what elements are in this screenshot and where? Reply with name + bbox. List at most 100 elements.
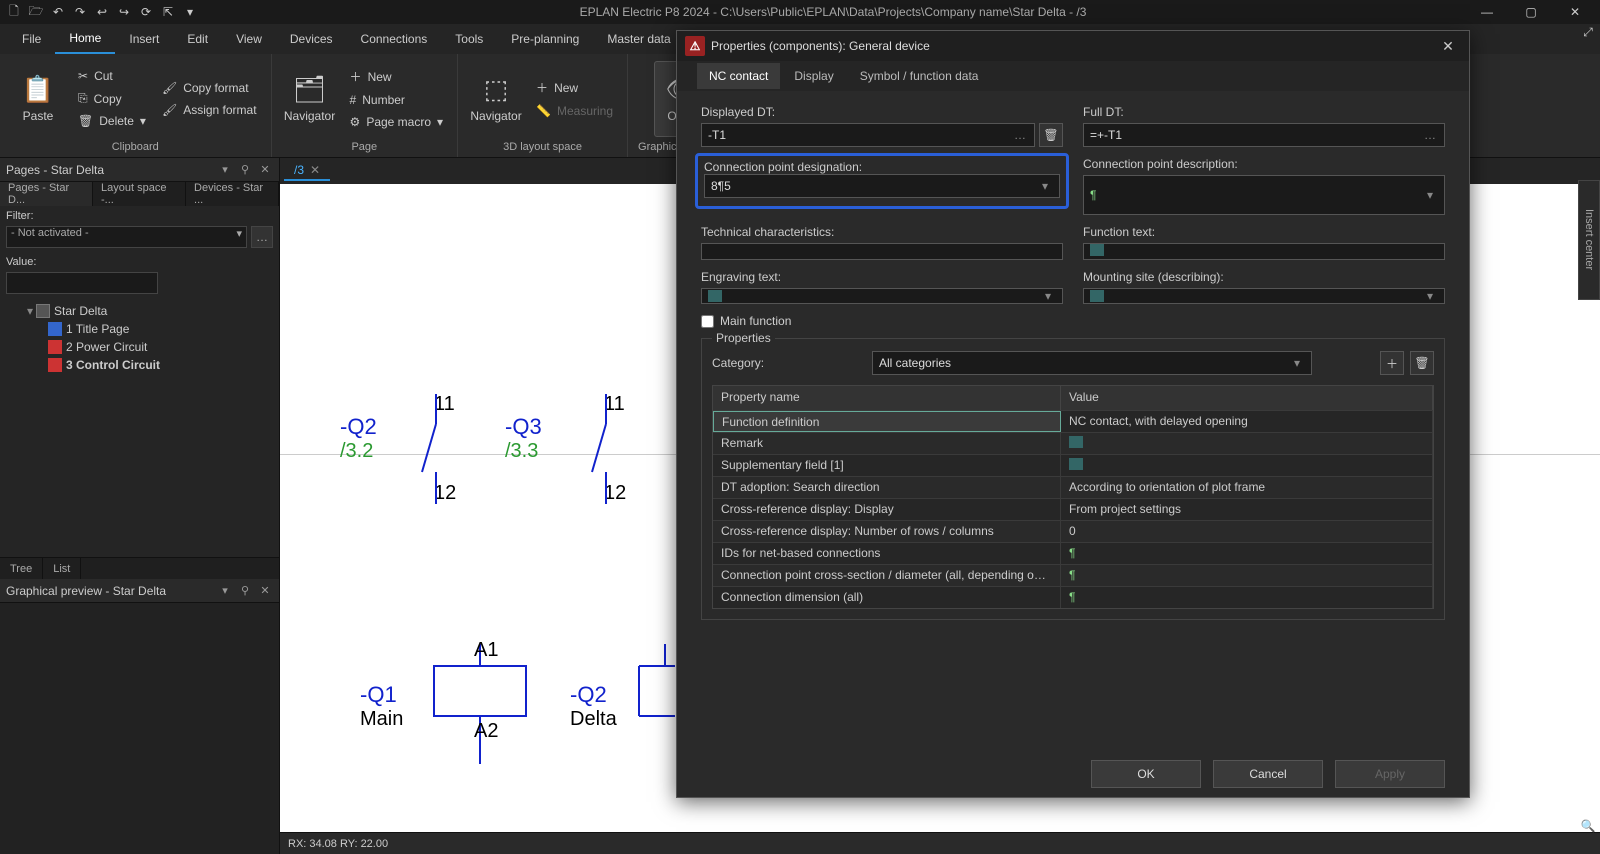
- coil-q2[interactable]: -Q2 Delta: [570, 682, 617, 731]
- contact-q2[interactable]: -Q2 /3.2: [340, 414, 377, 463]
- main-function-checkbox[interactable]: [701, 315, 714, 328]
- property-value-cell[interactable]: [1061, 433, 1433, 454]
- mounting-input[interactable]: ▾: [1083, 288, 1445, 304]
- page-navigator-button[interactable]: 🗂 Navigator: [282, 61, 338, 137]
- ellipsis-icon[interactable]: …: [1422, 128, 1438, 142]
- table-row[interactable]: Connection point cross-section / diamete…: [713, 564, 1433, 586]
- tree-page-2[interactable]: 2 Power Circuit: [0, 338, 279, 356]
- property-value-cell[interactable]: According to orientation of plot frame: [1061, 477, 1433, 498]
- filter-more-button[interactable]: …: [251, 226, 273, 248]
- value-input[interactable]: [6, 272, 158, 294]
- menu-edit[interactable]: Edit: [173, 24, 222, 54]
- redo-icon[interactable]: ↷: [70, 2, 90, 22]
- close-panel-icon[interactable]: ✕: [257, 583, 273, 599]
- table-row[interactable]: Remark: [713, 432, 1433, 454]
- assign-format-button[interactable]: 🖌Assign format: [158, 101, 261, 119]
- full-dt-input[interactable]: =+-T1…: [1083, 123, 1445, 147]
- chevron-down-icon[interactable]: ▾: [1040, 289, 1056, 303]
- table-row[interactable]: Function definitionNC contact, with dela…: [713, 410, 1433, 432]
- tab-layout[interactable]: Layout space -...: [93, 182, 186, 206]
- qat-dropdown-icon[interactable]: ▾: [180, 2, 200, 22]
- number-button[interactable]: #Number: [346, 91, 448, 109]
- chevron-down-icon[interactable]: ▾: [1037, 179, 1053, 193]
- conn-description-input[interactable]: ¶▾: [1083, 175, 1445, 215]
- tab-nc-contact[interactable]: NC contact: [697, 63, 780, 89]
- contact-q3[interactable]: -Q3 /3.3: [505, 414, 542, 463]
- engraving-input[interactable]: ▾: [701, 288, 1063, 304]
- refresh-icon[interactable]: ⟳: [136, 2, 156, 22]
- property-value-cell[interactable]: [1061, 455, 1433, 476]
- property-value-cell[interactable]: From project settings: [1061, 499, 1433, 520]
- copy-button[interactable]: ⎘Copy: [74, 89, 150, 108]
- col-value[interactable]: Value: [1061, 386, 1433, 410]
- tree-page-1[interactable]: 1 Title Page: [0, 320, 279, 338]
- export-icon[interactable]: ⇱: [158, 2, 178, 22]
- menu-insert[interactable]: Insert: [115, 24, 173, 54]
- menu-connections[interactable]: Connections: [347, 24, 442, 54]
- chevron-down-icon[interactable]: ▾: [1422, 289, 1438, 303]
- paste-button[interactable]: 📋 Paste: [10, 61, 66, 137]
- doc-tab-3[interactable]: /3 ✕: [284, 161, 330, 181]
- tab-list[interactable]: List: [43, 558, 81, 579]
- back-icon[interactable]: ↩: [92, 2, 112, 22]
- menu-devices[interactable]: Devices: [276, 24, 347, 54]
- tab-pages[interactable]: Pages - Star D...: [0, 182, 93, 206]
- close-panel-icon[interactable]: ✕: [257, 162, 273, 178]
- dialog-close-button[interactable]: ✕: [1435, 33, 1461, 59]
- table-row[interactable]: Connection dimension (all)¶: [713, 586, 1433, 608]
- menu-home[interactable]: Home: [55, 24, 115, 54]
- conn-designation-input[interactable]: 8¶5▾: [704, 174, 1060, 198]
- delete-property-button[interactable]: 🗑: [1410, 351, 1434, 375]
- table-row[interactable]: Supplementary field [1]: [713, 454, 1433, 476]
- category-select[interactable]: All categories▾: [872, 351, 1312, 375]
- property-value-cell[interactable]: ¶: [1061, 565, 1433, 586]
- forward-icon[interactable]: ↪: [114, 2, 134, 22]
- table-row[interactable]: Cross-reference display: DisplayFrom pro…: [713, 498, 1433, 520]
- new-icon[interactable]: 🗋: [4, 2, 24, 22]
- property-value-cell[interactable]: ¶: [1061, 543, 1433, 564]
- table-row[interactable]: IDs for net-based connections¶: [713, 542, 1433, 564]
- collapse-icon[interactable]: ▾: [24, 304, 36, 318]
- search-icon[interactable]: 🔍: [1580, 818, 1596, 834]
- table-row[interactable]: Cross-reference display: Number of rows …: [713, 520, 1433, 542]
- new-layout-button[interactable]: ＋New: [532, 77, 617, 98]
- property-value-cell[interactable]: 0: [1061, 521, 1433, 542]
- page-macro-button[interactable]: ⚙Page macro ▾: [346, 113, 448, 131]
- menu-file[interactable]: File: [8, 24, 55, 54]
- add-property-button[interactable]: ＋: [1380, 351, 1404, 375]
- dropdown-icon[interactable]: ▾: [217, 583, 233, 599]
- minimize-button[interactable]: —: [1466, 0, 1508, 24]
- tab-tree[interactable]: Tree: [0, 558, 43, 579]
- tree-page-3[interactable]: 3 Control Circuit: [0, 356, 279, 374]
- tab-display[interactable]: Display: [782, 63, 845, 89]
- copy-format-button[interactable]: 🖌Copy format: [158, 79, 261, 97]
- dialog-titlebar[interactable]: ⚠ Properties (components): General devic…: [677, 31, 1469, 61]
- open-icon[interactable]: 🗁: [26, 2, 46, 22]
- property-value-cell[interactable]: ¶: [1061, 587, 1433, 608]
- table-row[interactable]: DT adoption: Search directionAccording t…: [713, 476, 1433, 498]
- func-text-input[interactable]: [1083, 243, 1445, 260]
- ellipsis-icon[interactable]: …: [1012, 128, 1028, 142]
- menu-view[interactable]: View: [222, 24, 276, 54]
- menu-tools[interactable]: Tools: [441, 24, 497, 54]
- insert-center-panel[interactable]: Insert center: [1578, 180, 1600, 300]
- tech-char-input[interactable]: [701, 243, 1063, 260]
- chevron-down-icon[interactable]: ▾: [1422, 188, 1438, 202]
- delete-dt-button[interactable]: 🗑: [1039, 123, 1063, 147]
- col-property-name[interactable]: Property name: [713, 386, 1061, 410]
- tree-project[interactable]: ▾Star Delta: [0, 302, 279, 320]
- close-tab-icon[interactable]: ✕: [310, 163, 320, 177]
- pin-icon[interactable]: ⚲: [237, 162, 253, 178]
- displayed-dt-input[interactable]: -T1…: [701, 123, 1035, 147]
- chevron-down-icon[interactable]: ▾: [1289, 356, 1305, 370]
- filter-select[interactable]: - Not activated -▾: [6, 226, 247, 248]
- tab-devices[interactable]: Devices - Star ...: [186, 182, 279, 206]
- dropdown-icon[interactable]: ▾: [217, 162, 233, 178]
- menu-masterdata[interactable]: Master data: [593, 24, 684, 54]
- ok-button[interactable]: OK: [1091, 760, 1201, 788]
- coil-q1[interactable]: -Q1 Main: [360, 682, 403, 731]
- cut-button[interactable]: ✂Cut: [74, 67, 150, 85]
- property-value-cell[interactable]: NC contact, with delayed opening: [1061, 411, 1433, 432]
- maximize-button[interactable]: ▢: [1510, 0, 1552, 24]
- tab-symbol-function[interactable]: Symbol / function data: [848, 63, 991, 89]
